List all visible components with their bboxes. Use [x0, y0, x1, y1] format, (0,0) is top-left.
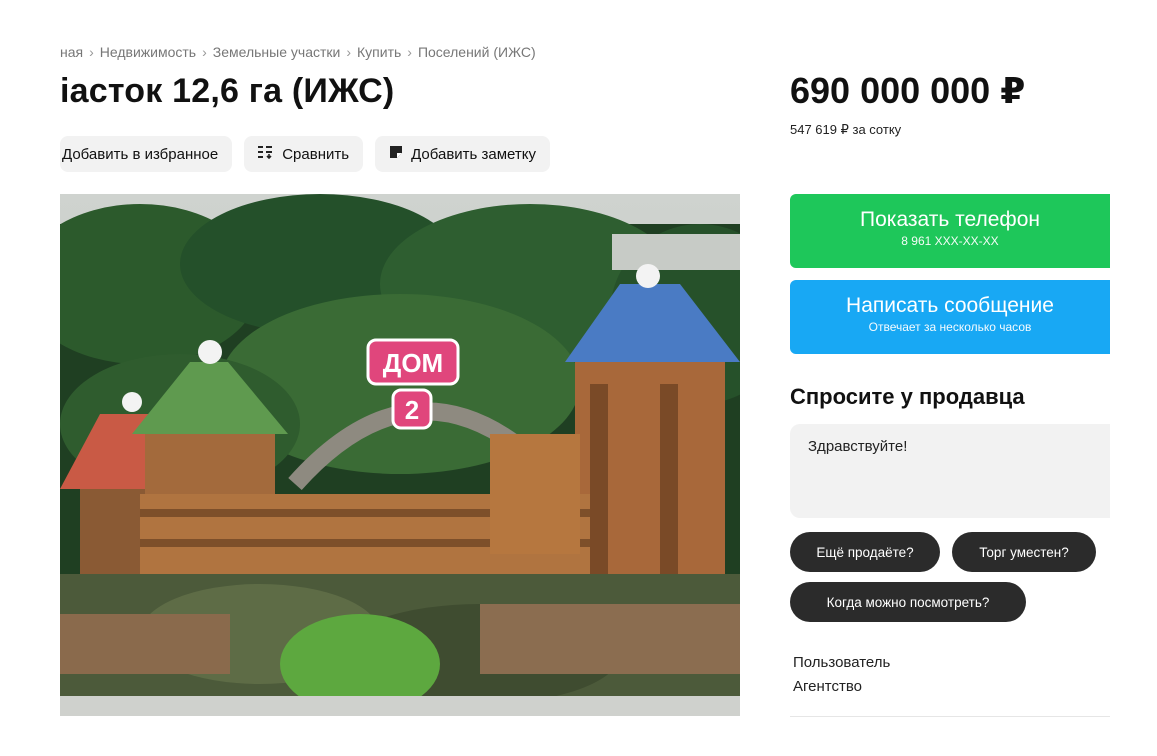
favorite-label: Добавить в избранное: [62, 145, 219, 163]
chip-bargain[interactable]: Торг уместен?: [952, 532, 1096, 572]
sign-number: 2: [405, 395, 419, 425]
listing-photo[interactable]: ДОМ 2: [60, 194, 740, 716]
chip-still-selling[interactable]: Ещё продаёте?: [790, 532, 940, 572]
add-to-favorites-button[interactable]: Добавить в избранное: [60, 136, 233, 172]
compare-label: Сравнить: [282, 145, 350, 163]
breadcrumb-item-home[interactable]: ная: [60, 44, 83, 60]
divider: [790, 716, 1110, 717]
compare-icon: [258, 145, 274, 163]
sign-text: ДОМ: [383, 348, 443, 378]
chip-when-to-view[interactable]: Когда можно посмотреть?: [790, 582, 1026, 622]
breadcrumb-separator: ›: [89, 44, 94, 60]
price-per-unit: 547 619 ₽ за сотку: [790, 122, 902, 137]
phone-masked: 8 961 XXX-XX-XX: [901, 234, 999, 248]
price: 690 000 000 ₽: [790, 70, 1026, 111]
breadcrumb-item-buy[interactable]: Купить: [357, 44, 401, 60]
write-message-label: Написать сообщение: [846, 294, 1054, 317]
breadcrumb-item-land[interactable]: Земельные участки: [213, 44, 341, 60]
add-note-button[interactable]: Добавить заметку: [375, 136, 550, 172]
note-icon: [389, 145, 403, 163]
listing-actions: Добавить в избранное Сравнить Добавить з…: [60, 136, 550, 172]
breadcrumb-separator: ›: [202, 44, 207, 60]
response-time: Отвечает за несколько часов: [868, 320, 1032, 334]
ask-seller-title: Спросите у продавца: [790, 384, 1025, 409]
seller-type[interactable]: Агентство: [793, 678, 862, 695]
page-title: iасток 12,6 га (ИЖС): [60, 72, 395, 110]
show-phone-button[interactable]: Показать телефон 8 961 XXX-XX-XX: [790, 194, 1110, 268]
note-label: Добавить заметку: [411, 145, 536, 163]
compare-button[interactable]: Сравнить: [244, 136, 364, 172]
breadcrumb-item-realty[interactable]: Недвижимость: [100, 44, 196, 60]
seller-role: Пользователь: [793, 654, 891, 671]
show-phone-label: Показать телефон: [860, 208, 1040, 231]
breadcrumb: ная › Недвижимость › Земельные участки › Купит…: [60, 44, 536, 60]
write-message-button[interactable]: Написать сообщение Отвечает за несколько…: [790, 280, 1110, 354]
breadcrumb-separator: ›: [346, 44, 352, 60]
ask-message-input[interactable]: Здравствуйте!: [790, 424, 1110, 518]
breadcrumb-item-settlements[interactable]: Поселений (ИЖС): [418, 44, 536, 60]
breadcrumb-separator: ›: [407, 44, 412, 60]
